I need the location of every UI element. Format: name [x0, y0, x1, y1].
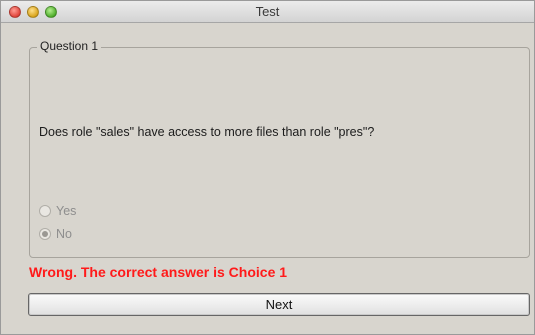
question-text: Does role "sales" have access to more fi… [39, 125, 375, 139]
question-group-legend: Question 1 [37, 39, 102, 53]
answer-feedback-message: Wrong. The correct answer is Choice 1 [29, 264, 288, 280]
next-button[interactable]: Next [28, 293, 530, 316]
answer-option-yes-label: Yes [56, 204, 77, 218]
title-bar: Test [1, 1, 534, 23]
answer-option-no-label: No [56, 227, 72, 241]
test-window: Test Question 1 Does role "sales" have a… [0, 0, 535, 335]
answer-option-no[interactable]: No [39, 227, 72, 241]
window-title: Test [255, 4, 280, 19]
question-group-box: Question 1 Does role "sales" have access… [29, 39, 530, 258]
radio-button-yes[interactable] [39, 205, 51, 217]
radio-button-no[interactable] [39, 228, 51, 240]
answer-option-yes[interactable]: Yes [39, 204, 76, 218]
